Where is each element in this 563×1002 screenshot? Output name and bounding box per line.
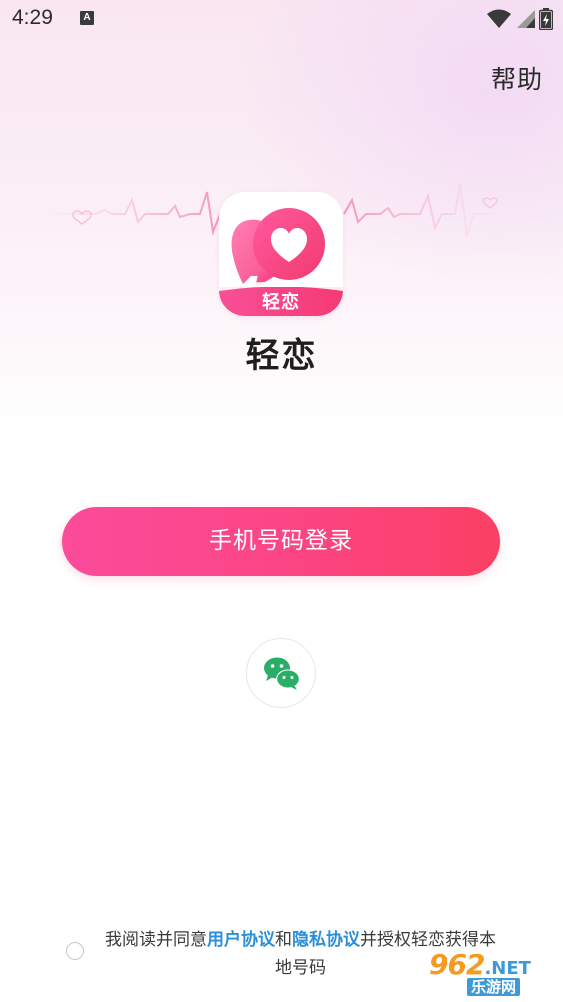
app-name: 轻恋 bbox=[245, 336, 318, 376]
user-agreement-link[interactable]: 用户协议 bbox=[207, 930, 275, 950]
phone-login-button[interactable]: 手机号码登录 bbox=[62, 507, 500, 576]
notification-a-icon: A bbox=[80, 11, 94, 25]
agreement-conjunction: 和 bbox=[275, 930, 292, 950]
site-watermark: 962.NET 乐游网 bbox=[423, 948, 563, 998]
watermark-domain: .NET bbox=[484, 958, 531, 979]
agreement-prefix: 我阅读并同意 bbox=[105, 930, 207, 950]
status-icons bbox=[487, 7, 553, 31]
privacy-agreement-link[interactable]: 隐私协议 bbox=[292, 930, 360, 950]
agreement-checkbox[interactable] bbox=[66, 942, 84, 960]
wechat-login-button[interactable] bbox=[246, 638, 316, 708]
battery-icon bbox=[539, 8, 553, 30]
wifi-icon bbox=[487, 9, 511, 28]
watermark-site-name: 乐游网 bbox=[467, 978, 521, 996]
status-time: 4:29 bbox=[12, 6, 53, 29]
logo-badge-label: 轻恋 bbox=[262, 292, 300, 313]
help-link[interactable]: 帮助 bbox=[491, 60, 543, 96]
wechat-icon bbox=[264, 657, 300, 690]
status-bar: 4:29 A bbox=[0, 0, 563, 38]
signal-icon bbox=[517, 10, 535, 28]
watermark-number: 962 bbox=[429, 948, 485, 981]
watermark-brand: 962.NET bbox=[429, 948, 531, 981]
